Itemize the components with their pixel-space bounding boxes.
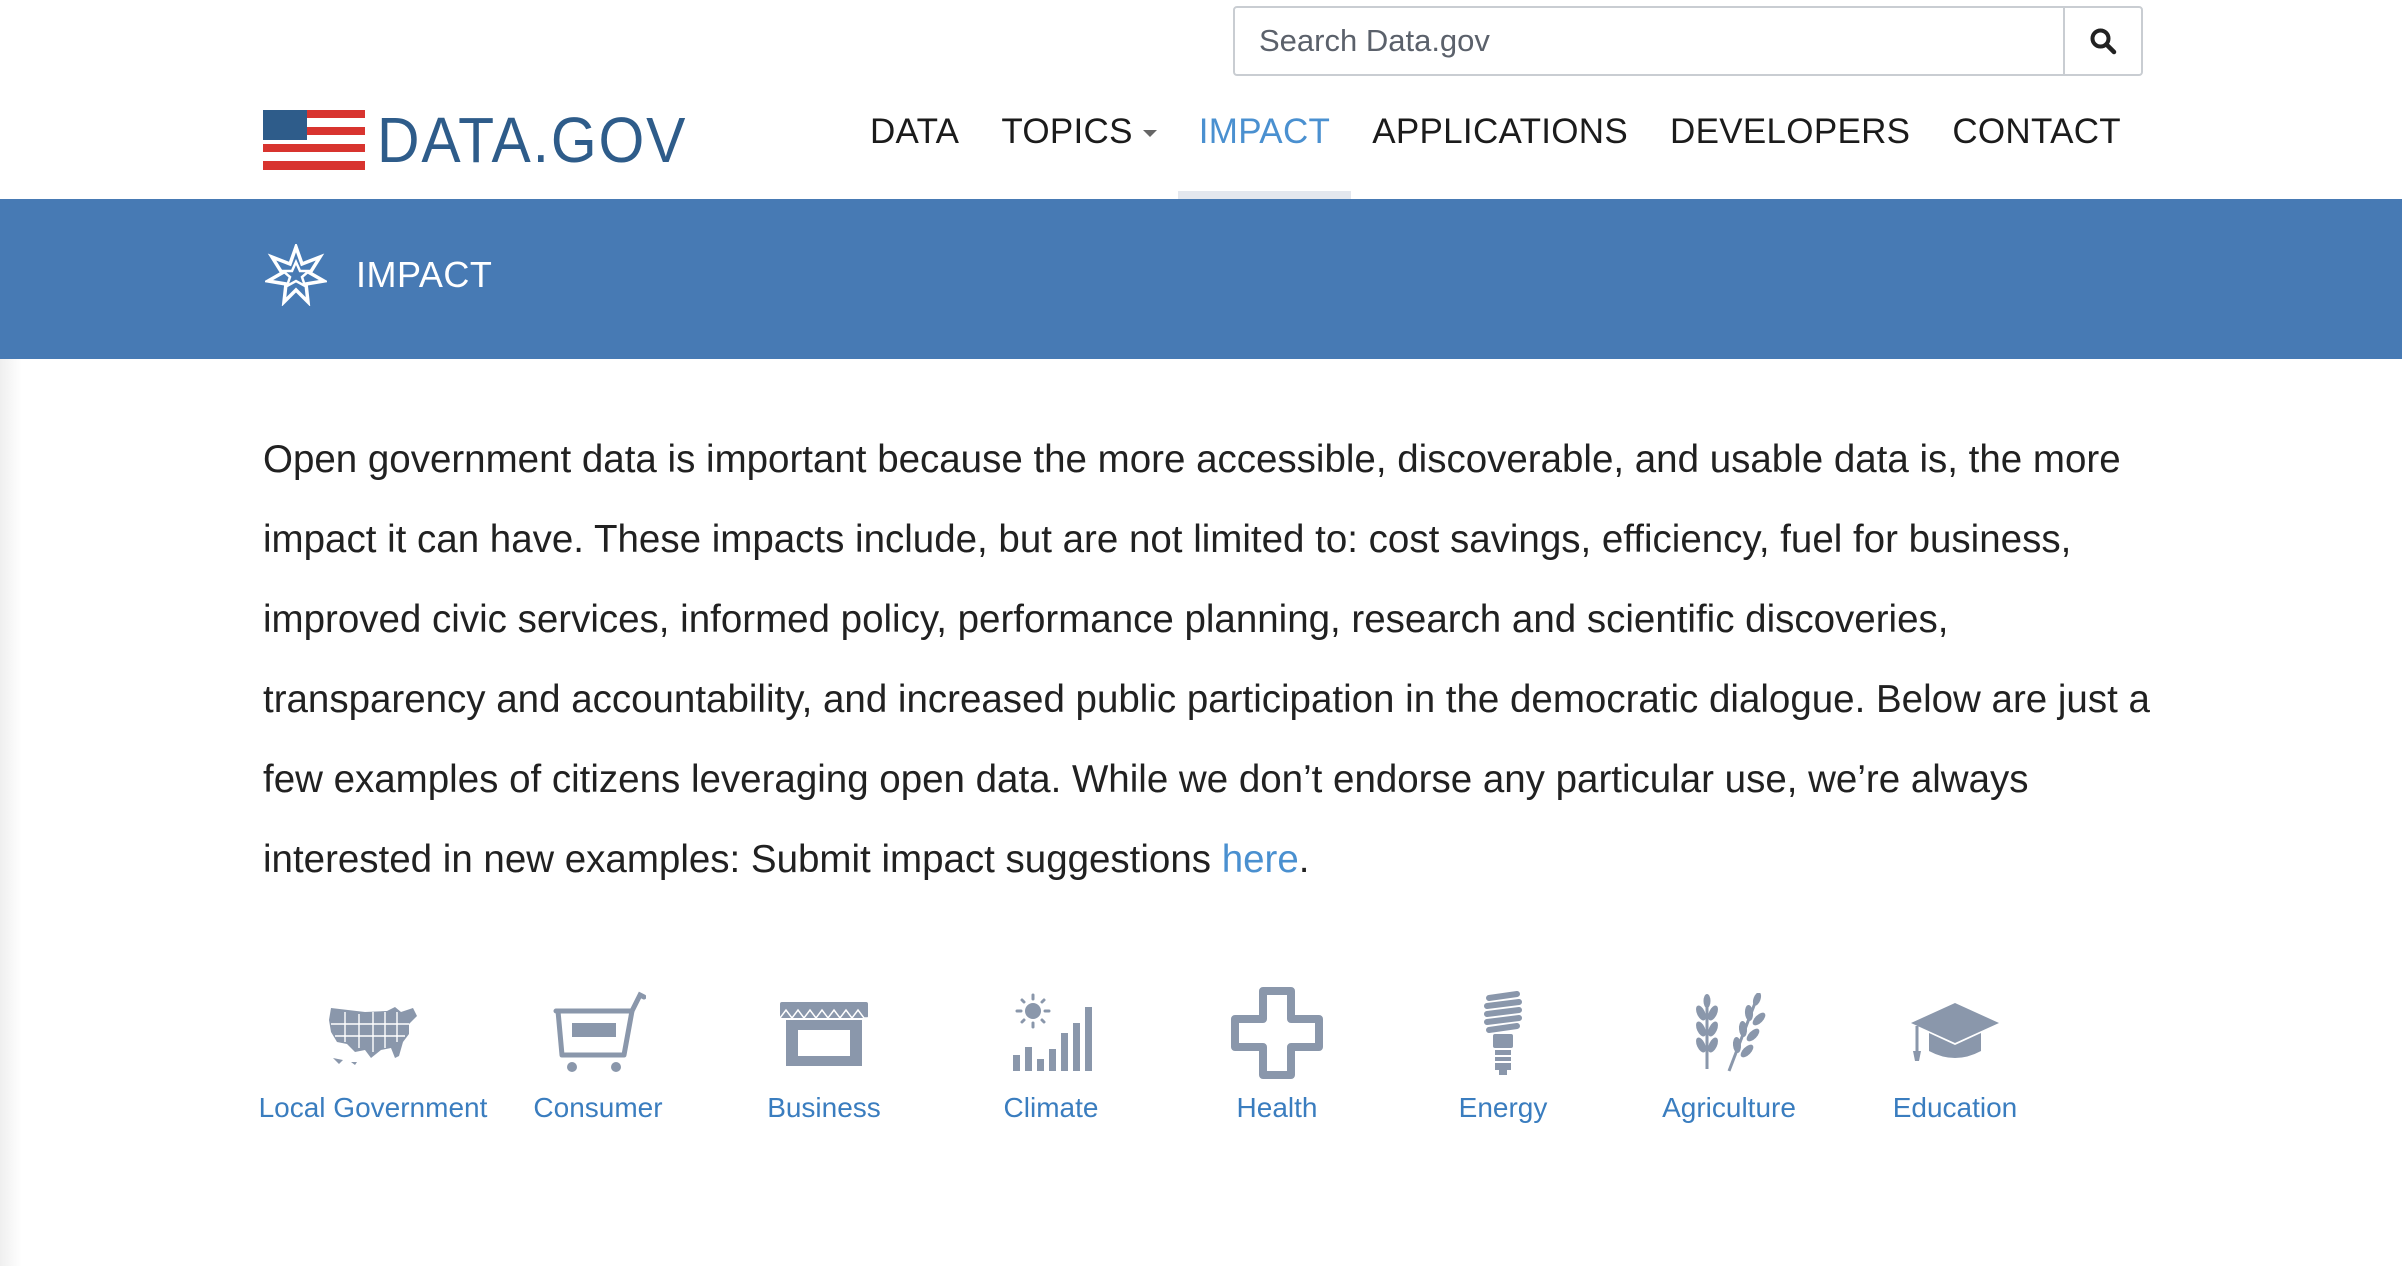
nav-item-impact[interactable]: IMPACT — [1177, 100, 1352, 199]
category-label: Energy — [1458, 1092, 1548, 1123]
category-label: Agriculture — [1662, 1092, 1796, 1123]
nav-item-label: TOPICS — [1001, 112, 1133, 151]
sun-bar-chart-icon — [1013, 993, 1092, 1071]
us-flag-icon — [263, 110, 365, 170]
wheat-icon — [1696, 992, 1766, 1072]
search-form — [1233, 6, 2143, 76]
nav-item-contact[interactable]: CONTACT — [1931, 100, 2142, 199]
page-edge-shade — [0, 200, 22, 1266]
shopping-cart-icon — [553, 991, 646, 1072]
medical-cross-icon — [1231, 986, 1323, 1079]
site-logo[interactable]: DATA.GOV — [263, 108, 714, 172]
category-label: Health — [1236, 1092, 1318, 1123]
storefront-icon — [779, 1001, 868, 1066]
intro-paragraph: Open government data is important becaus… — [263, 420, 2153, 900]
site-header: DATA.GOV DATA TOPICS IMPACT APPLICATIONS… — [0, 0, 2402, 199]
caret-down-icon — [1142, 130, 1157, 138]
category-label: Business — [767, 1092, 881, 1123]
nav-item-label: IMPACT — [1198, 112, 1331, 151]
category-climate[interactable]: Climate — [936, 985, 1166, 1124]
main-nav: DATA TOPICS IMPACT APPLICATIONS DEVELOPE… — [849, 100, 2142, 199]
us-map-icon — [329, 1006, 417, 1065]
nav-item-data[interactable]: DATA — [849, 100, 980, 199]
category-label: Education — [1892, 1092, 2018, 1123]
category-energy[interactable]: Energy — [1388, 985, 1618, 1124]
nav-item-label: CONTACT — [1952, 112, 2121, 151]
intro-end: . — [1298, 838, 1310, 881]
nav-item-applications[interactable]: APPLICATIONS — [1351, 100, 1649, 199]
logo-text: DATA.GOV — [377, 104, 688, 176]
category-education[interactable]: Education — [1840, 985, 2070, 1124]
nav-item-label: APPLICATIONS — [1372, 112, 1629, 151]
search-button[interactable] — [2063, 8, 2141, 74]
category-label: Local Government — [258, 1092, 488, 1123]
intro-text: Open government data is important becaus… — [263, 438, 2150, 881]
category-label: Climate — [1003, 1092, 1099, 1123]
nav-item-topics[interactable]: TOPICS — [980, 100, 1177, 199]
category-label: Consumer — [533, 1092, 663, 1123]
category-business[interactable]: Business — [709, 985, 939, 1124]
light-bulb-icon — [1484, 990, 1522, 1075]
nav-item-label: DEVELOPERS — [1670, 112, 1911, 151]
category-agriculture[interactable]: Agriculture — [1614, 985, 1844, 1124]
category-local-government[interactable]: Local Government — [258, 985, 488, 1124]
category-consumer[interactable]: Consumer — [483, 985, 713, 1124]
submit-suggestions-link[interactable]: here — [1222, 838, 1299, 881]
impact-burst-icon — [265, 244, 327, 306]
search-input[interactable] — [1235, 8, 2063, 74]
category-health[interactable]: Health — [1162, 985, 1392, 1124]
search-icon — [2090, 28, 2117, 55]
graduation-cap-icon — [1911, 1002, 1999, 1061]
nav-item-label: DATA — [869, 112, 960, 151]
page-title: IMPACT — [356, 254, 493, 295]
nav-item-developers[interactable]: DEVELOPERS — [1649, 100, 1931, 199]
